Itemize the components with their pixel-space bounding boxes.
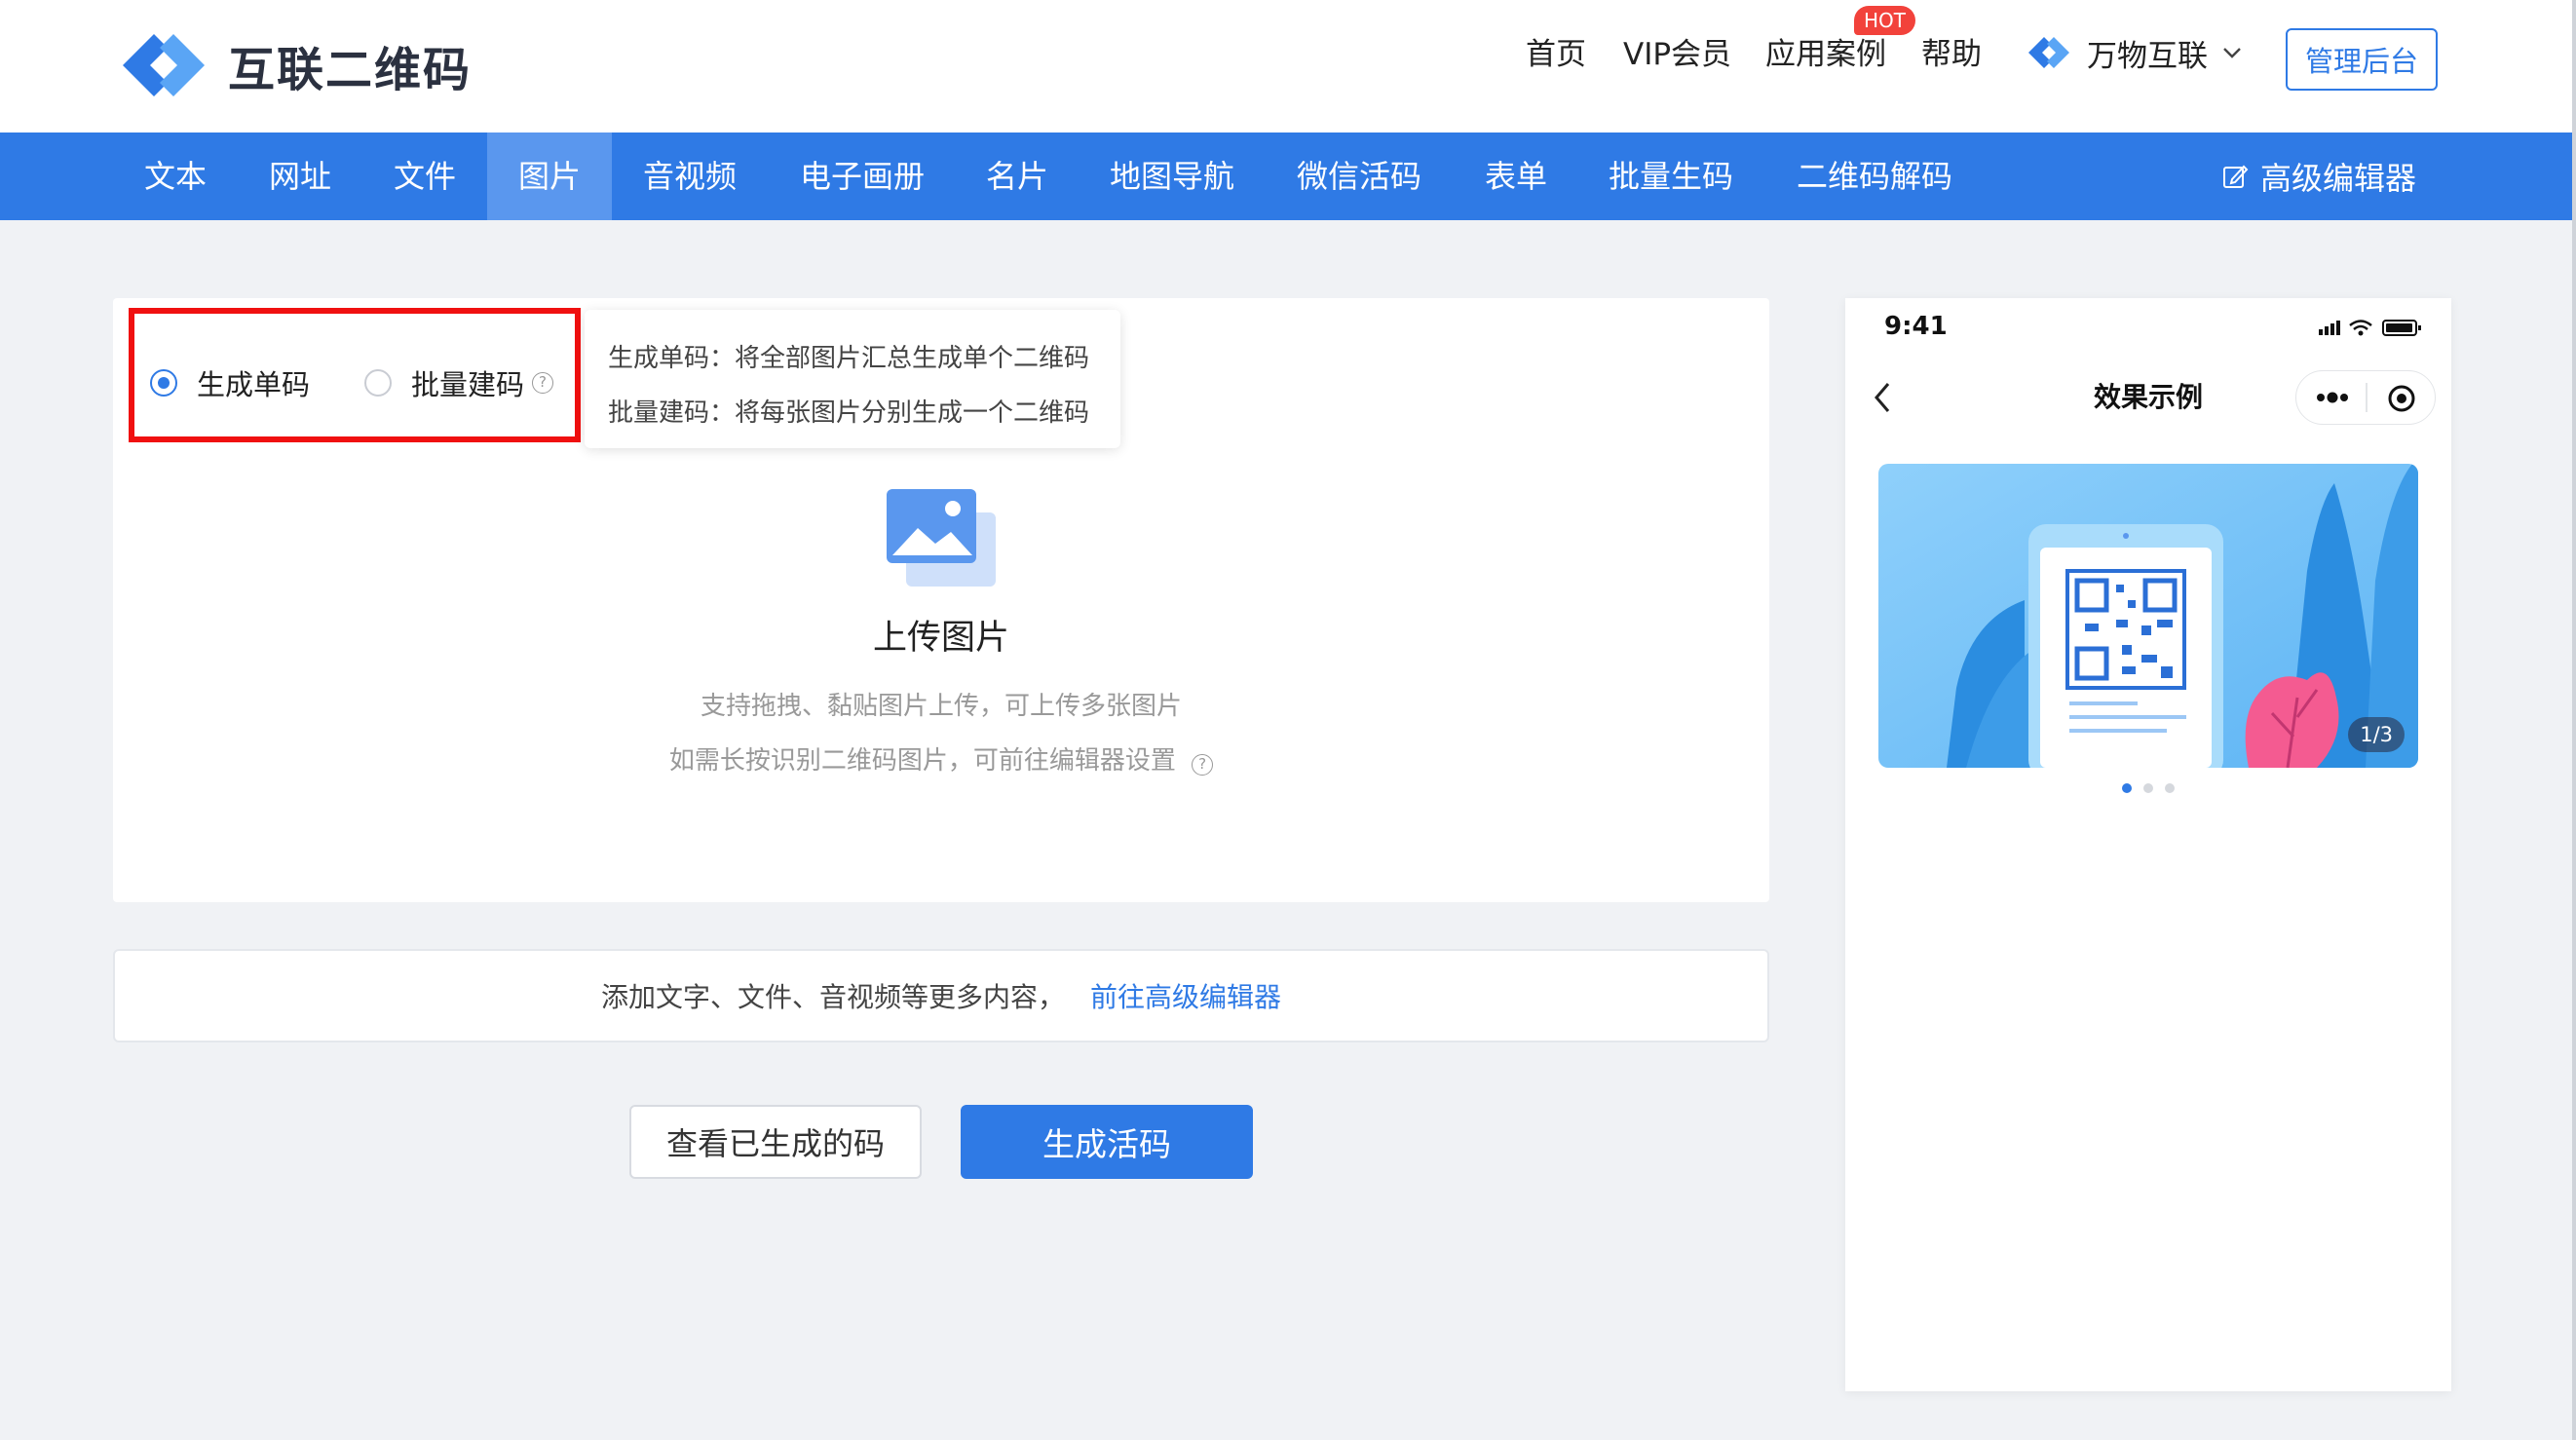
nav-cases[interactable]: 应用案例 — [1765, 29, 1886, 73]
qr-illustration-image — [1878, 464, 2418, 768]
tab-text[interactable]: 文本 — [127, 133, 224, 220]
more-content-bar: 添加文字、文件、音视频等更多内容， 前往高级编辑器 — [113, 949, 1769, 1042]
status-bar-icons — [2319, 320, 2421, 336]
mode-single-radio[interactable]: 生成单码 — [150, 362, 310, 403]
carousel-dot[interactable] — [2143, 783, 2153, 793]
edit-icon — [2223, 165, 2249, 188]
more-content-text: 添加文字、文件、音视频等更多内容， — [600, 981, 1065, 1013]
carousel-dots — [1845, 783, 2451, 793]
tab-file[interactable]: 文件 — [376, 133, 474, 220]
brand-name: 互联二维码 — [228, 43, 473, 97]
tab-card[interactable]: 名片 — [968, 133, 1066, 220]
more-dots-icon[interactable] — [2314, 387, 2351, 408]
tab-decode[interactable]: 二维码解码 — [1779, 133, 1970, 220]
window-edge — [2572, 0, 2576, 1440]
carousel-dot-active[interactable] — [2122, 783, 2132, 793]
mode-single-label: 生成单码 — [197, 368, 311, 401]
org-switcher[interactable]: 万物互联 — [2025, 29, 2245, 76]
upload-title: 上传图片 — [872, 619, 1009, 658]
slide-counter: 1/3 — [2348, 717, 2405, 752]
capsule-divider — [2366, 383, 2368, 412]
radio-dot — [364, 369, 392, 397]
upload-hint-2: 如需长按识别二维码图片，可前往编辑器设置 ? — [0, 740, 1882, 777]
question-circle-icon[interactable]: ? — [1192, 754, 1214, 776]
org-name: 万物互联 — [2087, 38, 2208, 74]
admin-console-button[interactable]: 管理后台 — [2286, 28, 2438, 91]
tab-wechat[interactable]: 微信活码 — [1280, 133, 1438, 220]
category-tab-bar: 文本 网址 文件 图片 音视频 电子画册 名片 地图导航 微信活码 表单 批量生… — [0, 133, 2576, 220]
goto-advanced-editor-link[interactable]: 前往高级编辑器 — [1090, 976, 1281, 1015]
chevron-down-icon — [2223, 48, 2241, 58]
tab-audio-video[interactable]: 音视频 — [624, 133, 756, 220]
tab-form[interactable]: 表单 — [1467, 133, 1565, 220]
tab-batch[interactable]: 批量生码 — [1592, 133, 1750, 220]
question-circle-icon[interactable]: ? — [532, 372, 554, 394]
hot-badge: HOT — [1854, 6, 1915, 35]
brand-logo[interactable]: 互联二维码 — [115, 21, 472, 109]
mode-batch-label: 批量建码 — [411, 368, 525, 401]
nav-home[interactable]: 首页 — [1526, 29, 1586, 73]
tab-ebook[interactable]: 电子画册 — [785, 133, 939, 220]
mode-help-tooltip: 生成单码：将全部图片汇总生成单个二维码 批量建码：将每张图片分别生成一个二维码 — [585, 310, 1120, 448]
nav-help[interactable]: 帮助 — [1921, 29, 1982, 73]
image-upload-icon[interactable] — [885, 487, 998, 588]
view-generated-codes-button[interactable]: 查看已生成的码 — [629, 1105, 922, 1179]
mode-batch-radio[interactable]: 批量建码 ? — [364, 362, 554, 403]
status-time: 9:41 — [1884, 312, 1948, 341]
tab-image[interactable]: 图片 — [487, 133, 612, 220]
advanced-editor-link[interactable]: 高级编辑器 — [2221, 133, 2416, 220]
tab-url[interactable]: 网址 — [251, 133, 349, 220]
carousel-dot[interactable] — [2165, 783, 2175, 793]
generate-code-button[interactable]: 生成活码 — [961, 1105, 1253, 1179]
nav-vip[interactable]: VIP会员 — [1623, 29, 1731, 73]
example-banner[interactable]: 1/3 — [1878, 464, 2418, 768]
mini-program-capsule[interactable] — [2295, 370, 2436, 425]
tooltip-line-batch: 批量建码：将每张图片分别生成一个二维码 — [608, 398, 1090, 428]
upload-hint-1: 支持拖拽、黏贴图片上传，可上传多张图片 — [700, 692, 1182, 721]
upload-hint-2-text: 如需长按识别二维码图片，可前往编辑器设置 — [668, 746, 1176, 776]
phone-preview: 9:41 效果示例 1/3 — [1845, 298, 2451, 1391]
tooltip-line-single: 生成单码：将全部图片汇总生成单个二维码 — [608, 344, 1090, 373]
brand-logo-icon — [123, 34, 205, 96]
tab-map[interactable]: 地图导航 — [1093, 133, 1251, 220]
close-target-icon[interactable] — [2386, 383, 2417, 414]
radio-dot-selected — [150, 369, 177, 397]
advanced-editor-label: 高级编辑器 — [2260, 160, 2417, 197]
org-logo-icon — [2028, 37, 2069, 68]
top-header: 互联二维码 首页 VIP会员 应用案例 HOT 帮助 万物互联 管理后台 — [0, 0, 2576, 133]
